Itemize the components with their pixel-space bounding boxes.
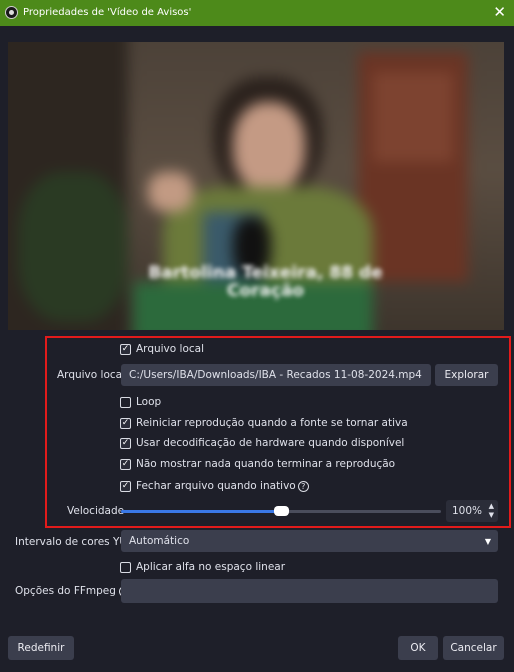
yuv-range-value: Automático	[129, 535, 190, 547]
window-title: Propriedades de 'Vídeo de Avisos'	[23, 7, 192, 18]
checkbox-icon[interactable]	[120, 396, 131, 408]
yuv-range-select[interactable]: Automático ▼	[121, 530, 498, 552]
chevron-down-icon[interactable]: ▼	[478, 530, 498, 552]
ffmpeg-options-label: Opções do FFmpeg	[15, 585, 116, 597]
show-nothing-when-ended-checkbox[interactable]: ✓ Não mostrar nada quando terminar a rep…	[120, 458, 395, 470]
local-file-path-input[interactable]: C:/Users/IBA/Downloads/IBA - Recados 11-…	[121, 364, 431, 386]
speed-slider-handle[interactable]	[273, 506, 289, 516]
ok-button[interactable]: OK	[398, 636, 438, 660]
obs-app-icon	[5, 6, 18, 19]
checkbox-icon[interactable]: ✓	[120, 480, 131, 492]
checkbox-icon[interactable]: ✓	[120, 437, 131, 449]
loop-checkbox[interactable]: Loop	[120, 396, 161, 408]
ffmpeg-options-input[interactable]	[121, 579, 498, 603]
close-icon[interactable]: ✕	[493, 3, 506, 21]
speed-value: 100%	[452, 505, 483, 517]
restart-on-active-checkbox[interactable]: ✓ Reiniciar reprodução quando a fonte se…	[120, 417, 408, 429]
cancel-button[interactable]: Cancelar	[443, 636, 504, 660]
reset-button[interactable]: Redefinir	[8, 636, 74, 660]
video-preview: Bartolina Teixeira, 88 de Coração	[8, 42, 504, 330]
alpha-linear-checkbox[interactable]: Aplicar alfa no espaço linear	[120, 561, 285, 573]
title-bar: Propriedades de 'Vídeo de Avisos' ✕	[0, 0, 514, 26]
local-file-label: Arquivo local	[57, 369, 125, 381]
spin-up-icon[interactable]: ▲	[489, 502, 494, 510]
help-icon[interactable]: ?	[297, 480, 309, 492]
checkbox-icon[interactable]	[120, 561, 131, 573]
speed-label: Velocidade	[67, 505, 125, 517]
yuv-range-label: Intervalo de cores YUV	[15, 536, 135, 548]
checkbox-icon[interactable]: ✓	[120, 458, 131, 470]
speed-slider-fill	[121, 510, 281, 513]
ffmpeg-options-label-group: Opções do FFmpeg ?	[15, 585, 130, 597]
checkbox-icon[interactable]: ✓	[120, 343, 131, 355]
hardware-decoding-checkbox[interactable]: ✓ Usar decodificação de hardware quando …	[120, 437, 404, 449]
spin-down-icon[interactable]: ▼	[489, 511, 494, 519]
browse-button[interactable]: Explorar	[435, 364, 498, 386]
close-when-inactive-checkbox[interactable]: ✓ Fechar arquivo quando inativo ?	[120, 480, 309, 492]
local-file-checkbox[interactable]: ✓ Arquivo local	[120, 343, 204, 355]
speed-spinbox[interactable]: 100% ▲ ▼	[446, 500, 498, 522]
checkbox-icon[interactable]: ✓	[120, 417, 131, 429]
video-lower-third-text: Bartolina Teixeira, 88 de Coração	[148, 263, 383, 301]
